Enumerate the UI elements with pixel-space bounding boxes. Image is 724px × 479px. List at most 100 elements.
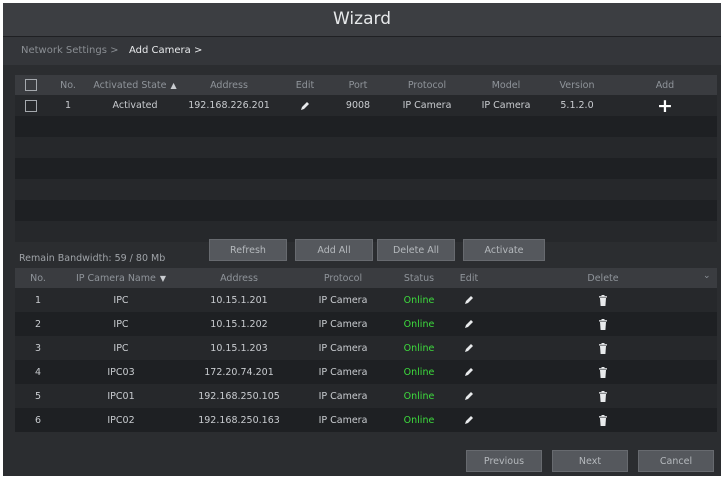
edit-cell — [449, 384, 489, 408]
empty-row — [15, 158, 717, 179]
sort-icon[interactable]: ▼ — [160, 274, 166, 283]
cell-port: 9008 — [345, 100, 371, 111]
col-status: Status — [403, 272, 435, 284]
breadcrumb-add-camera[interactable]: Add Camera > — [129, 37, 202, 65]
pencil-icon[interactable] — [464, 415, 474, 425]
table-row[interactable]: 2 IPC 10.15.1.202 IP Camera Online — [15, 312, 717, 336]
cell-protocol: IP Camera — [318, 294, 368, 306]
edit-cell — [277, 95, 333, 116]
trash-icon[interactable] — [598, 390, 608, 402]
delete-cell — [489, 360, 717, 384]
empty-row — [15, 179, 717, 200]
wizard-window: Wizard Network Settings > Add Camera > N… — [3, 3, 721, 476]
trash-icon[interactable] — [598, 414, 608, 426]
col-no: No. — [60, 79, 76, 91]
delete-cell — [489, 408, 717, 432]
col-delete: Delete — [587, 272, 619, 284]
col-camera-name-label: IP Camera Name — [75, 272, 156, 284]
status-badge: Online — [403, 342, 435, 354]
cell-protocol: IP Camera — [318, 414, 368, 426]
select-all-column — [15, 75, 47, 95]
window-title: Wizard — [333, 9, 391, 29]
status-badge: Online — [403, 318, 435, 330]
delete-cell — [489, 312, 717, 336]
col-protocol: Protocol — [407, 79, 447, 91]
col-activated-state[interactable]: Activated State ▲ — [89, 75, 181, 95]
delete-cell — [489, 336, 717, 360]
delete-all-button[interactable]: Delete All — [377, 239, 455, 261]
plus-icon[interactable]: + — [657, 95, 673, 116]
table-row[interactable]: 5 IPC01 192.168.250.105 IP Camera Online — [15, 384, 717, 408]
chevron-down-icon[interactable]: ⌄ — [703, 271, 711, 281]
cell-no: 1 — [64, 100, 72, 111]
activate-button[interactable]: Activate — [463, 239, 545, 261]
status-badge: Online — [403, 414, 435, 426]
cell-camera-name: IPC03 — [107, 366, 135, 378]
title-bar: Wizard — [3, 3, 721, 37]
cell-no: 4 — [34, 366, 42, 378]
pencil-icon[interactable] — [464, 343, 474, 353]
cell-no: 6 — [34, 414, 42, 426]
remain-bandwidth: Remain Bandwidth: 59 / 80 Mb — [19, 253, 166, 264]
cell-address: 10.15.1.202 — [210, 318, 268, 330]
pencil-icon[interactable] — [464, 367, 474, 377]
trash-icon[interactable] — [598, 294, 608, 306]
table-row[interactable]: 6 IPC02 192.168.250.163 IP Camera Online — [15, 408, 717, 432]
edit-cell — [449, 288, 489, 312]
edit-cell — [449, 312, 489, 336]
added-cameras-header: No. IP Camera Name ▼ Address Protocol Sta… — [15, 268, 717, 288]
row-select-cell — [15, 95, 47, 116]
col-address: Address — [220, 272, 258, 284]
table-row[interactable]: 1 Activated 192.168.226.201 9008 IP Came… — [15, 95, 717, 116]
cell-protocol: IP Camera — [318, 366, 368, 378]
cell-address: 172.20.74.201 — [204, 366, 274, 378]
cell-no: 3 — [34, 342, 42, 354]
trash-icon[interactable] — [598, 342, 608, 354]
table-row[interactable]: 4 IPC03 172.20.74.201 IP Camera Online — [15, 360, 717, 384]
cell-camera-name: IPC01 — [107, 390, 135, 402]
col-edit: Edit — [295, 79, 315, 91]
edit-cell — [449, 360, 489, 384]
cell-address: 10.15.1.203 — [210, 342, 268, 354]
col-add: Add — [655, 79, 675, 91]
breadcrumb: Network Settings > Add Camera > — [3, 37, 721, 65]
table-row[interactable]: 1 IPC 10.15.1.201 IP Camera Online — [15, 288, 717, 312]
trash-icon[interactable] — [598, 318, 608, 330]
status-badge: Online — [403, 366, 435, 378]
cell-address: 10.15.1.201 — [210, 294, 268, 306]
cell-model: IP Camera — [481, 100, 531, 111]
search-results-header: No. Activated State ▲ Address Edit Port P… — [15, 75, 717, 95]
table-row[interactable]: 3 IPC 10.15.1.203 IP Camera Online — [15, 336, 717, 360]
search-results-table: No. Activated State ▲ Address Edit Port P… — [15, 75, 717, 242]
col-version: Version — [559, 79, 595, 91]
pencil-icon[interactable] — [464, 295, 474, 305]
select-all-checkbox[interactable] — [25, 79, 37, 91]
edit-cell — [449, 336, 489, 360]
status-badge: Online — [403, 390, 435, 402]
sort-icon[interactable]: ▲ — [170, 81, 176, 90]
cell-version: 5.1.2.0 — [560, 100, 594, 111]
next-button[interactable]: Next — [552, 450, 628, 472]
pencil-icon[interactable] — [464, 319, 474, 329]
cell-protocol: IP Camera — [318, 318, 368, 330]
cell-camera-name: IPC — [113, 318, 129, 330]
cell-address: 192.168.250.163 — [198, 414, 280, 426]
previous-button[interactable]: Previous — [466, 450, 542, 472]
col-address: Address — [210, 79, 248, 91]
cell-address: 192.168.250.105 — [198, 390, 280, 402]
breadcrumb-network-settings[interactable]: Network Settings > — [21, 37, 119, 65]
pencil-icon[interactable] — [464, 391, 474, 401]
pencil-icon[interactable] — [300, 101, 310, 111]
row-checkbox[interactable] — [25, 99, 37, 112]
trash-icon[interactable] — [598, 366, 608, 378]
cancel-button[interactable]: Cancel — [638, 450, 714, 472]
col-model: Model — [491, 79, 521, 91]
added-cameras-table: No. IP Camera Name ▼ Address Protocol Sta… — [15, 268, 717, 432]
cell-protocol: IP Camera — [402, 100, 452, 111]
col-protocol: Protocol — [323, 272, 363, 284]
refresh-button[interactable]: Refresh — [209, 239, 287, 261]
status-badge: Online — [403, 294, 435, 306]
cell-camera-name: IPC — [113, 342, 129, 354]
col-camera-name[interactable]: IP Camera Name ▼ — [61, 268, 181, 288]
add-all-button[interactable]: Add All — [295, 239, 373, 261]
